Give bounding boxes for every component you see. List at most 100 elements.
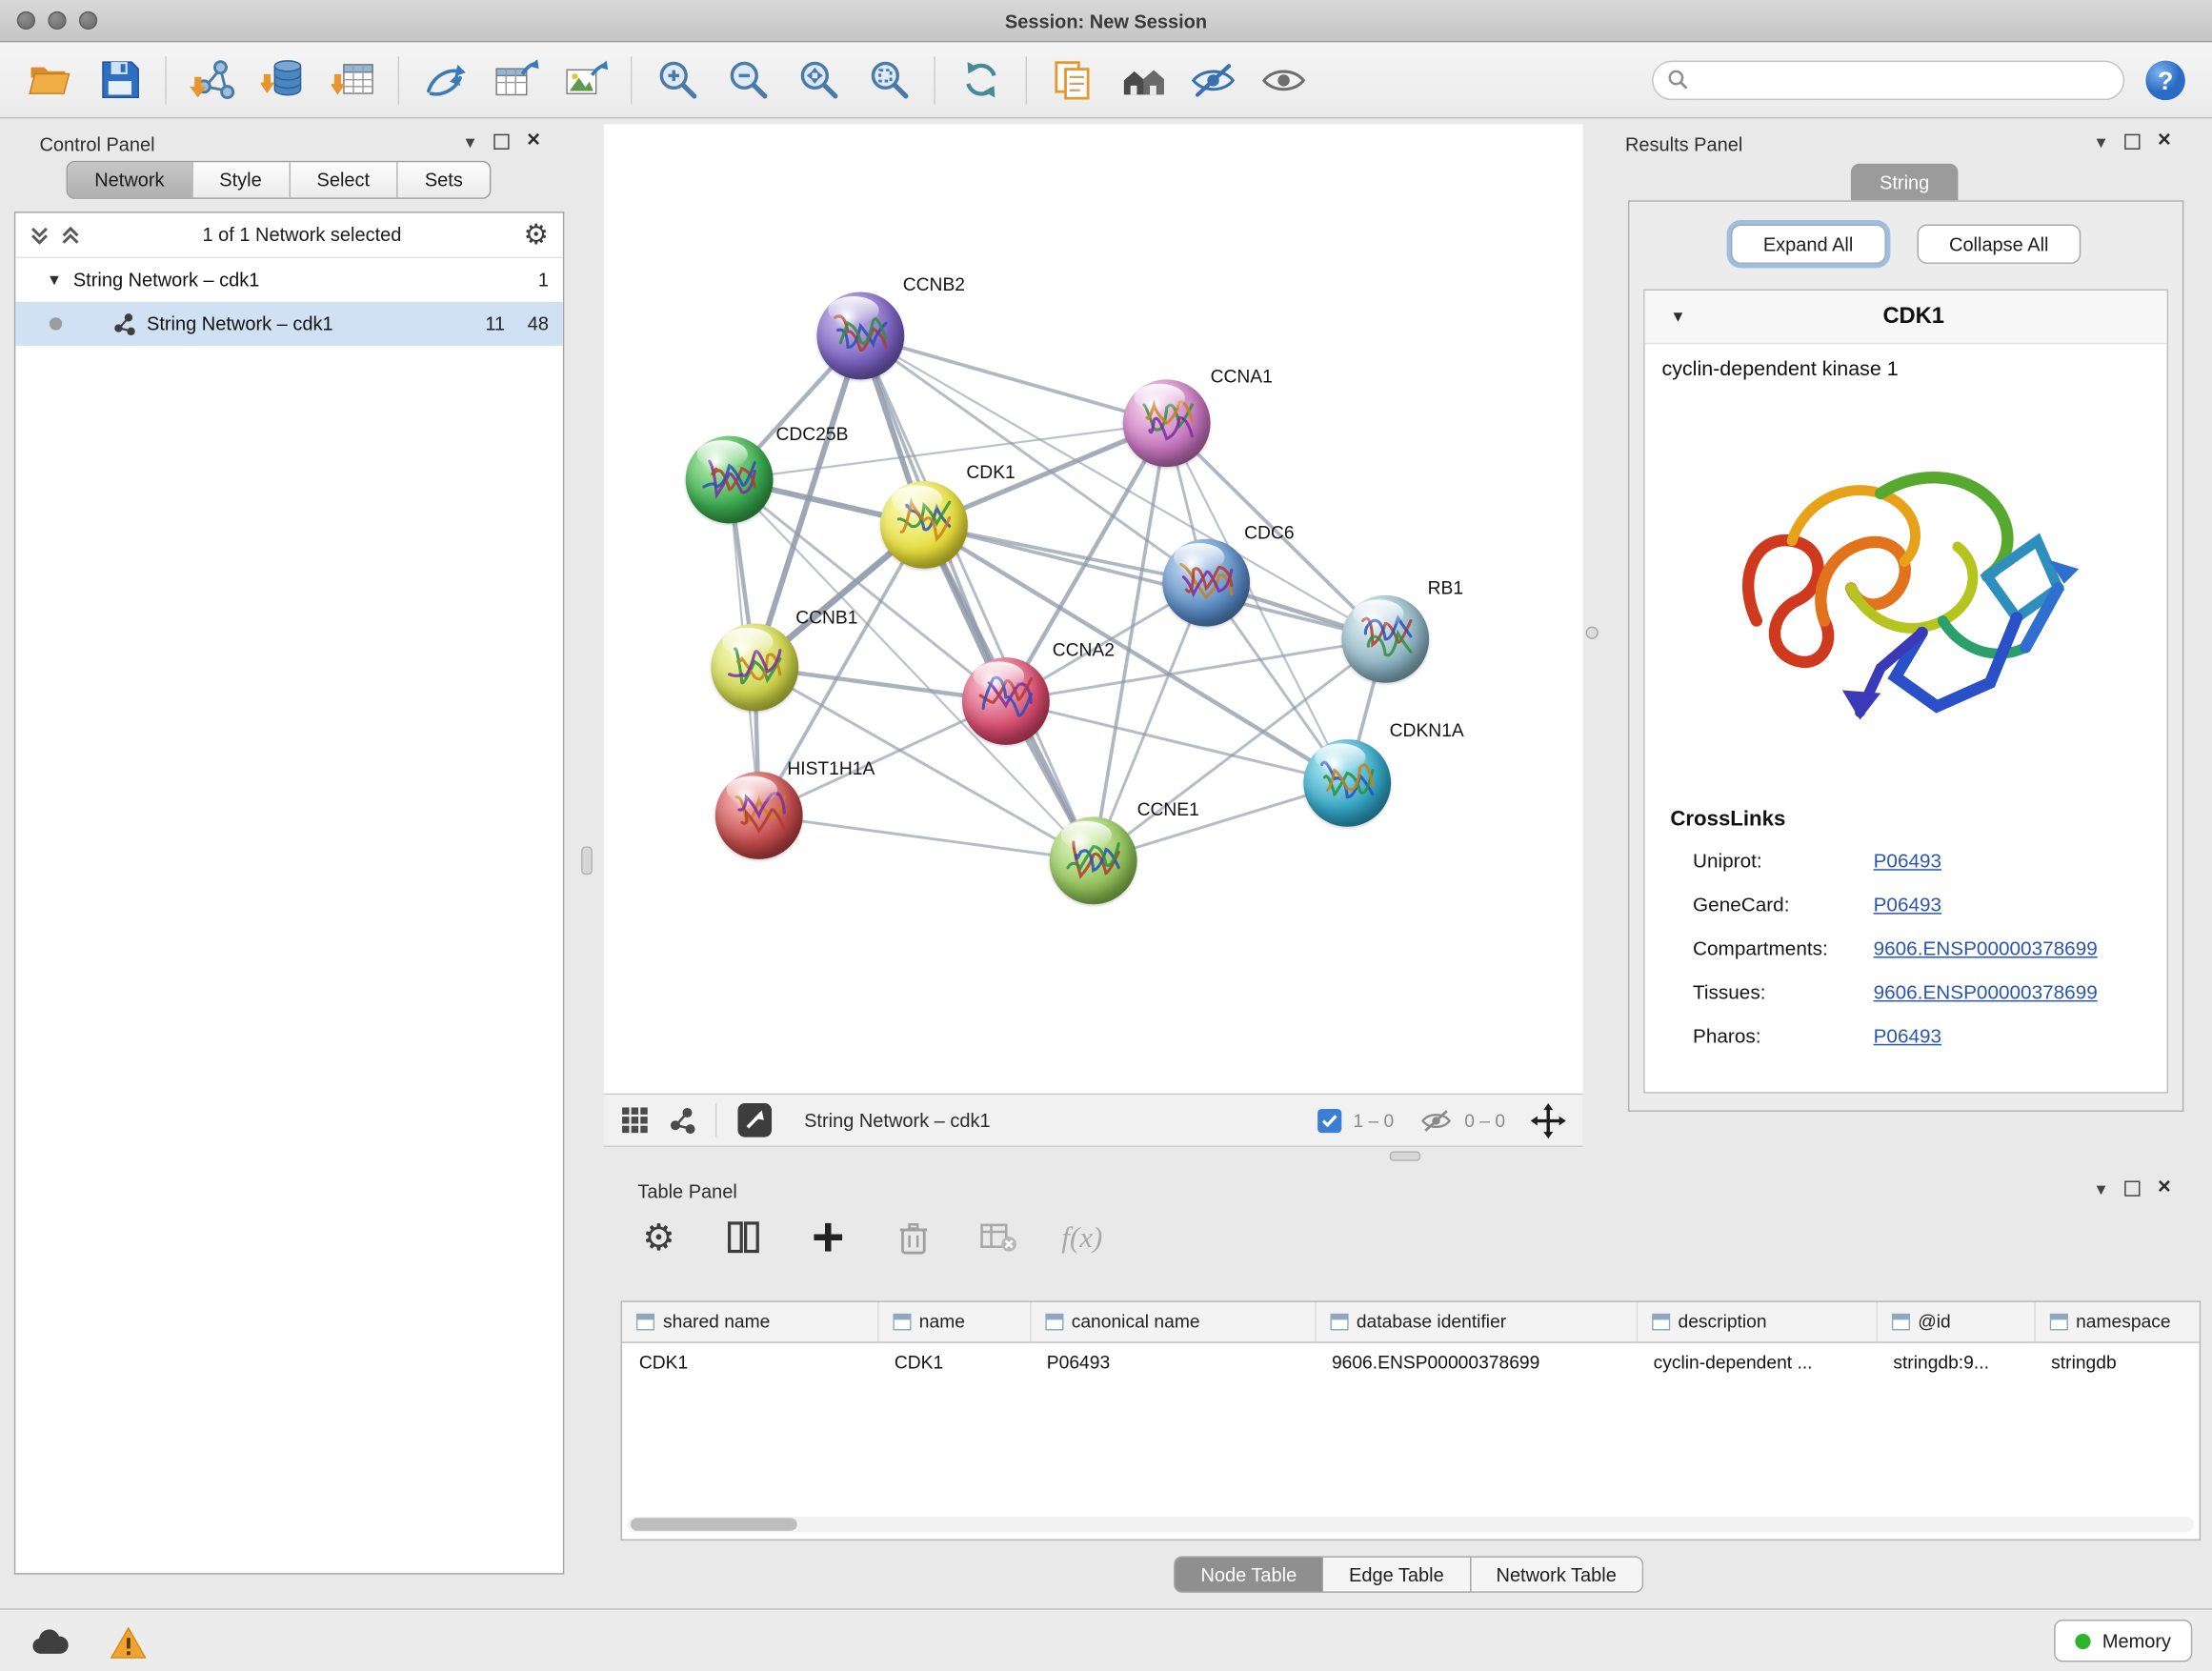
search-input[interactable] (1697, 70, 2108, 91)
cell-canonical-name[interactable]: P06493 (1030, 1341, 1315, 1380)
crosslink-genecard-link[interactable]: P06493 (1874, 893, 1941, 916)
graph-node-CCNA2[interactable] (962, 657, 1050, 745)
network-options-gear-icon[interactable]: ⚙ (523, 221, 549, 250)
graph-node-CDC6[interactable] (1162, 539, 1250, 627)
expand-all-icon[interactable] (30, 224, 50, 247)
hide-selected-button[interactable] (1178, 48, 1249, 112)
float-panel-icon[interactable]: ▾ (2097, 1178, 2106, 1197)
crosslink-tissues-link[interactable]: 9606.ENSP00000378699 (1874, 980, 2098, 1003)
new-table-button[interactable] (479, 48, 550, 112)
close-panel-icon[interactable]: × (527, 130, 540, 152)
zoom-in-button[interactable] (642, 48, 713, 112)
grid-view-icon[interactable] (621, 1106, 650, 1135)
cell-database-identifier[interactable]: 9606.ENSP00000378699 (1315, 1341, 1637, 1380)
cloud-status-button[interactable] (29, 1621, 70, 1663)
export-image-button[interactable] (551, 48, 621, 112)
selected-checkbox-icon[interactable] (1317, 1108, 1341, 1132)
column-header-database-identifier[interactable]: database identifier (1315, 1302, 1637, 1341)
import-network-file-button[interactable] (176, 48, 247, 112)
column-header-id[interactable]: @id (1877, 1302, 2035, 1341)
graph-node-HIST1H1A[interactable] (715, 772, 803, 859)
column-header-canonical-name[interactable]: canonical name (1030, 1302, 1315, 1341)
table-tabs: Node Table Edge Table Network Table (616, 1556, 2201, 1593)
memory-button[interactable]: Memory (2054, 1620, 2192, 1661)
show-all-button[interactable] (1249, 48, 1319, 112)
save-session-button[interactable] (85, 48, 155, 112)
column-header-name[interactable]: name (877, 1302, 1030, 1341)
column-header-description[interactable]: description (1637, 1302, 1877, 1341)
delete-table-button[interactable] (971, 1211, 1024, 1264)
vertical-splitter-grip[interactable] (581, 847, 593, 876)
zoom-selected-button[interactable] (854, 48, 924, 112)
float-panel-icon[interactable]: ▾ (2097, 131, 2106, 150)
table-settings-button[interactable]: ⚙ (632, 1211, 685, 1264)
tab-network-table[interactable]: Network Table (1471, 1556, 1643, 1593)
crosslink-uniprot-link[interactable]: P06493 (1874, 849, 1941, 872)
fit-content-crosshair-icon[interactable] (1531, 1102, 1566, 1137)
network-canvas[interactable]: CCNB2CCNA1CDC25BCDK1CDC6RB1CCNB1CCNA2CDK… (604, 124, 1583, 1093)
graph-node-CCNA1[interactable] (1123, 379, 1211, 467)
new-network-button[interactable] (409, 48, 479, 112)
gene-section-header[interactable]: ▼ CDK1 (1645, 291, 2167, 344)
cell-shared-name[interactable]: CDK1 (622, 1341, 877, 1380)
undock-panel-icon[interactable] (2123, 133, 2139, 149)
graph-node-CCNB2[interactable] (816, 292, 904, 380)
column-header-namespace[interactable]: namespace (2034, 1302, 2201, 1341)
scrollbar-thumb[interactable] (631, 1518, 797, 1530)
collapse-triangle-icon[interactable]: ▼ (1670, 309, 1685, 326)
undock-panel-icon[interactable] (2123, 1180, 2139, 1196)
apply-function-button[interactable]: f(x) (1056, 1211, 1109, 1264)
graph-node-CDC25B[interactable] (686, 436, 774, 524)
crosslink-compartments-link[interactable]: 9606.ENSP00000378699 (1874, 936, 2098, 959)
open-session-button[interactable] (14, 48, 85, 112)
search-box[interactable] (1652, 60, 2124, 99)
warnings-button[interactable] (108, 1621, 150, 1663)
close-panel-icon[interactable]: × (2158, 130, 2171, 152)
tab-edge-table[interactable]: Edge Table (1323, 1556, 1470, 1593)
import-network-database-button[interactable] (247, 48, 317, 112)
tab-network[interactable]: Network (68, 162, 192, 197)
tab-sets[interactable]: Sets (398, 162, 490, 197)
show-columns-button[interactable] (716, 1211, 770, 1264)
collapse-all-icon[interactable] (61, 224, 81, 247)
delete-column-button[interactable] (886, 1211, 939, 1264)
network-row[interactable]: String Network – cdk1 11 48 (15, 302, 563, 346)
detach-view-icon[interactable] (736, 1102, 774, 1139)
collapse-all-button[interactable]: Collapse All (1917, 224, 2081, 263)
network-collection-row[interactable]: ▼ String Network – cdk1 1 (15, 258, 563, 302)
graph-node-CCNB1[interactable] (711, 624, 798, 712)
zoom-fit-button[interactable] (783, 48, 854, 112)
float-panel-icon[interactable]: ▾ (466, 131, 475, 150)
tab-node-table[interactable]: Node Table (1174, 1556, 1323, 1593)
zoom-out-button[interactable] (713, 48, 783, 112)
cell-id[interactable]: stringdb:9... (1877, 1341, 2035, 1380)
cell-name[interactable]: CDK1 (877, 1341, 1030, 1380)
collapse-triangle-icon[interactable]: ▼ (47, 272, 62, 289)
cell-description[interactable]: cyclin-dependent ... (1637, 1341, 1877, 1380)
clone-network-button[interactable] (1036, 48, 1107, 112)
create-column-button[interactable] (801, 1211, 855, 1264)
expand-all-button[interactable]: Expand All (1731, 224, 1886, 263)
refresh-layout-button[interactable] (945, 48, 1016, 112)
close-panel-icon[interactable]: × (2158, 1177, 2171, 1199)
tab-style[interactable]: Style (192, 162, 290, 197)
crosslink-pharos-link[interactable]: P06493 (1874, 1024, 1941, 1047)
horizontal-splitter-grip[interactable] (1390, 1151, 1421, 1160)
graph-node-CDK1[interactable] (880, 481, 968, 569)
graph-node-CCNE1[interactable] (1050, 816, 1137, 904)
cell-namespace[interactable]: stringdb (2034, 1341, 2201, 1380)
graph-node-CDKN1A[interactable] (1303, 739, 1391, 827)
graph-node-RB1[interactable] (1341, 595, 1429, 683)
column-header-shared-name[interactable]: shared name (622, 1302, 877, 1341)
tab-string[interactable]: String (1851, 164, 1959, 201)
tab-select[interactable]: Select (290, 162, 397, 197)
table-row[interactable]: CDK1 CDK1 P06493 9606.ENSP00000378699 cy… (622, 1341, 2201, 1380)
table-horizontal-scrollbar[interactable] (628, 1517, 2194, 1532)
overview-button[interactable] (1107, 48, 1177, 112)
svg-text:?: ? (2158, 66, 2173, 94)
vertical-splitter-grip[interactable] (1585, 627, 1598, 639)
network-share-icon[interactable] (669, 1107, 695, 1134)
help-button[interactable]: ? (2133, 48, 2198, 112)
undock-panel-icon[interactable] (493, 133, 509, 149)
import-table-file-button[interactable] (317, 48, 388, 112)
